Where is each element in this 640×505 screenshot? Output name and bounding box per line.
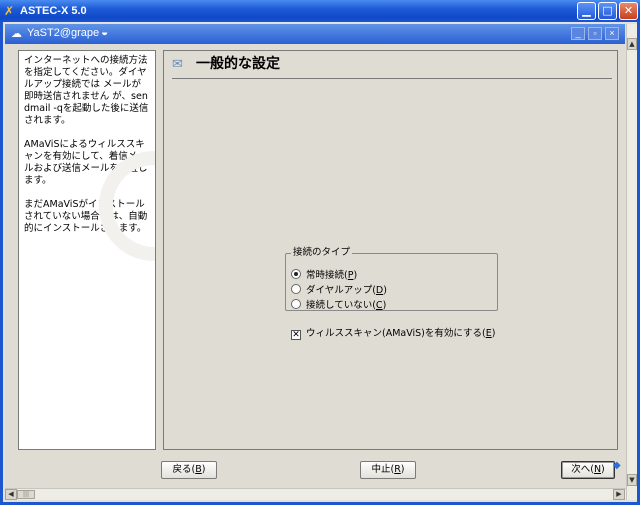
outer-close-button[interactable]: ✕ xyxy=(619,2,638,20)
outer-window-frame: ☁ YaST2@grape ◒ _ ▫ × インターネットへの接続方法を指定して… xyxy=(0,22,640,505)
shade-decoration-icon: ◒ xyxy=(101,25,109,39)
outer-maximize-button[interactable]: □ xyxy=(598,2,617,20)
panel-header: ✉ 一般的な設定 xyxy=(172,56,612,79)
minimize-icon: _ xyxy=(575,28,581,38)
inner-restore-button[interactable]: ▫ xyxy=(588,27,602,40)
virus-scan-checkbox[interactable]: ✕ ウィルススキャン(AMaViS)を有効にする(E) xyxy=(291,328,495,340)
scroll-left-arrow-icon[interactable]: ◀ xyxy=(5,489,17,500)
next-button[interactable]: 次へ(N) xyxy=(561,461,615,479)
settings-panel: ✉ 一般的な設定 接続のタイプ 常時接続(P) ダイヤルアップ(D) 接続してい… xyxy=(163,50,618,450)
horizontal-scroll-thumb[interactable]: ||| xyxy=(17,490,35,499)
outer-minimize-button[interactable]: ▁ xyxy=(577,2,596,20)
abort-button[interactable]: 中止(R) xyxy=(360,461,416,479)
close-icon: ✕ xyxy=(623,4,634,17)
inner-minimize-button[interactable]: _ xyxy=(571,27,585,40)
checkbox-checked-icon[interactable]: ✕ xyxy=(291,330,301,340)
minimize-icon: ▁ xyxy=(582,4,591,17)
vertical-scrollbar[interactable]: ▲ ▼ xyxy=(626,24,637,500)
radio-selected-icon[interactable] xyxy=(291,269,301,279)
inner-window-title: YaST2@grape xyxy=(27,27,100,39)
header-divider xyxy=(172,78,612,79)
outer-title-bar[interactable]: ✗ ASTEC-X 5.0 ▁ □ ✕ xyxy=(0,0,640,22)
inner-close-button[interactable]: × xyxy=(605,27,619,40)
radio-not-connected[interactable]: 接続していない(C) xyxy=(291,299,386,312)
scroll-right-arrow-icon[interactable]: ▶ xyxy=(613,489,625,500)
back-button[interactable]: 戻る(B) xyxy=(161,461,217,479)
astec-x-app-icon: ✗ xyxy=(4,4,15,18)
scroll-up-arrow-icon[interactable]: ▲ xyxy=(627,38,637,50)
restore-icon: ▫ xyxy=(593,28,597,38)
outer-window-title: ASTEC-X 5.0 xyxy=(20,5,87,17)
inner-title-bar[interactable]: ☁ YaST2@grape ◒ _ ▫ × xyxy=(5,24,625,44)
button-bar: 戻る(B) 中止(R) 次へ(N) xyxy=(5,454,626,488)
page-title: 一般的な設定 xyxy=(196,56,280,72)
close-icon: × xyxy=(609,28,615,38)
yast-client-area: インターネットへの接続方法を指定してください。ダイヤルアップ接続では メールが即… xyxy=(5,44,626,488)
scroll-marker-icon: ◆ xyxy=(613,460,621,471)
radio-dialup[interactable]: ダイヤルアップ(D) xyxy=(291,284,387,297)
help-paragraph-connection: インターネットへの接続方法を指定してください。ダイヤルアップ接続では メールが即… xyxy=(24,55,149,126)
help-text-panel[interactable]: インターネットへの接続方法を指定してください。ダイヤルアップ接続では メールが即… xyxy=(18,50,156,450)
outer-window-client: ☁ YaST2@grape ◒ _ ▫ × インターネットへの接続方法を指定して… xyxy=(3,22,637,502)
window-menu-icon[interactable]: ☁ xyxy=(11,27,22,40)
connection-type-group: 接続のタイプ 常時接続(P) ダイヤルアップ(D) 接続していない(C) xyxy=(285,248,498,311)
horizontal-scrollbar[interactable]: ◀ ||| ▶ xyxy=(5,488,626,500)
connection-type-legend: 接続のタイプ xyxy=(293,247,351,258)
radio-unselected-icon[interactable] xyxy=(291,284,301,294)
radio-unselected-icon[interactable] xyxy=(291,299,301,309)
radio-permanent[interactable]: 常時接続(P) xyxy=(291,269,357,282)
scroll-down-arrow-icon[interactable]: ▼ xyxy=(627,474,637,486)
maximize-icon: □ xyxy=(602,4,613,17)
settings-document-icon: ✉ xyxy=(172,57,183,72)
